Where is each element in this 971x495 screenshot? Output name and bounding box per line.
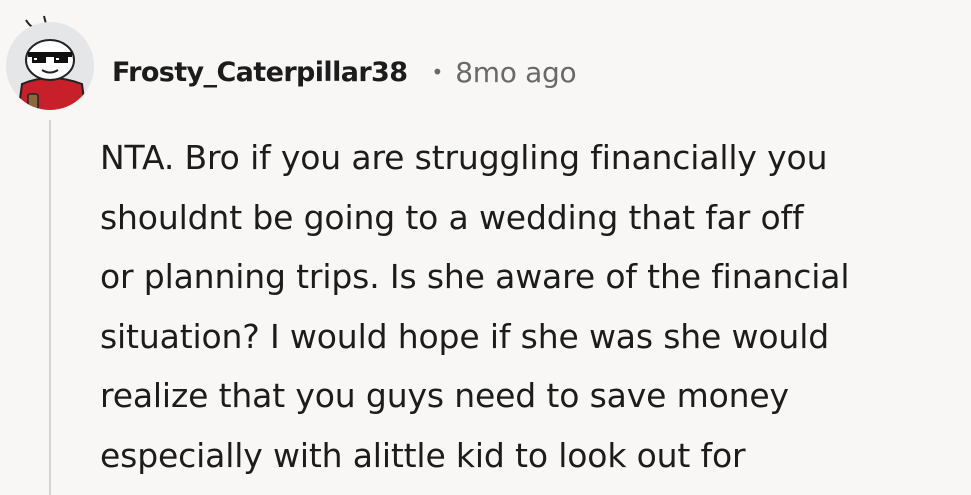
- timestamp[interactable]: 8mo ago: [455, 56, 576, 89]
- comment-body-line: realize that you guys need to save money: [100, 376, 789, 415]
- comment-body: NTA. Bro if you are struggling financial…: [100, 128, 960, 485]
- comment-meta: Frosty_Caterpillar38 • 8mo ago: [112, 50, 577, 94]
- thread-line[interactable]: [49, 120, 51, 495]
- comment: Frosty_Caterpillar38 • 8mo ago NTA. Bro …: [0, 0, 971, 495]
- user-avatar[interactable]: [4, 14, 100, 114]
- username-link[interactable]: Frosty_Caterpillar38: [112, 57, 408, 88]
- comment-body-line: situation? I would hope if she was she w…: [100, 316, 830, 356]
- comment-body-line: especially with alittle kid to look out …: [100, 435, 746, 475]
- comment-body-line: or planning trips. Is she aware of the f…: [100, 257, 850, 296]
- meta-separator: •: [431, 60, 444, 84]
- comment-body-line: NTA. Bro if you are struggling financial…: [100, 138, 828, 177]
- comment-body-line: shouldnt be going to a wedding that far …: [100, 197, 804, 237]
- snoo-avatar-icon: [6, 15, 94, 110]
